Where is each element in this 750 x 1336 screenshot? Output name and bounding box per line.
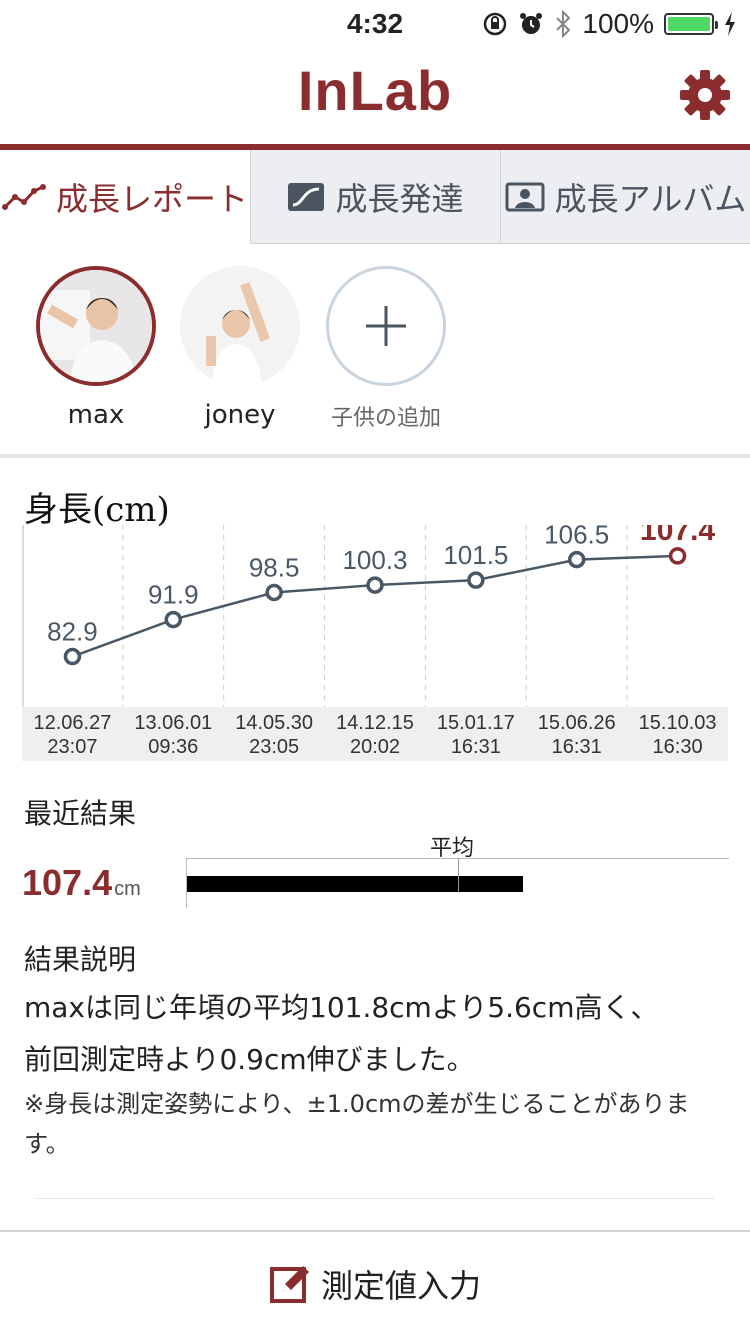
profile-name: max	[67, 400, 125, 430]
x-tick-label-date: 12.06.27	[33, 712, 111, 734]
x-tick-label-time: 23:05	[249, 736, 299, 758]
data-label: 82.9	[47, 617, 98, 647]
recent-value-unit: cm	[114, 878, 141, 900]
add-child-label: 子供の追加	[330, 406, 441, 431]
add-child-circle	[326, 266, 446, 386]
app-header: InLab	[0, 50, 750, 146]
profile-joney[interactable]: joney	[178, 266, 302, 430]
tab-growth-development[interactable]: 成長発達	[250, 150, 500, 244]
data-point	[366, 576, 384, 594]
battery-fill	[668, 17, 710, 31]
measurement-note: ※身長は測定姿勢により、±1.0cmの差が生じることがあります。	[24, 1090, 690, 1158]
x-tick-label-date: 15.10.03	[639, 712, 717, 734]
photo-album-icon	[505, 182, 545, 211]
tab-bar: 成長レポート 成長発達 成長アルバム	[0, 150, 750, 244]
data-label: 106.5	[544, 525, 609, 550]
status-right: 100%	[482, 8, 736, 40]
settings-gear-icon[interactable]	[678, 68, 732, 122]
divider	[36, 1198, 714, 1199]
child-photo-icon	[40, 270, 152, 382]
tab-growth-development-label: 成長発達	[335, 179, 464, 218]
x-tick-label-date: 13.06.01	[134, 712, 212, 734]
status-bar: 4:32 100%	[0, 0, 750, 50]
avatar	[36, 266, 156, 386]
data-label: 100.3	[342, 545, 407, 575]
data-label: 98.5	[249, 552, 300, 582]
bluetooth-icon	[556, 10, 571, 38]
x-tick-label-time: 16:31	[451, 736, 501, 758]
x-tick-label-time: 16:30	[653, 736, 703, 758]
result-description: maxは同じ年頃の平均101.8cmより5.6cm高く、 前回測定時より0.9c…	[24, 982, 730, 1086]
app-logo: InLab	[297, 59, 453, 122]
description-line-2: 前回測定時より0.9cm伸びました。	[24, 1043, 475, 1076]
profile-max[interactable]: max	[34, 266, 158, 430]
x-tick-label-date: 14.12.15	[336, 712, 414, 734]
tab-growth-album[interactable]: 成長アルバム	[500, 150, 750, 244]
data-label: 107.4	[640, 525, 715, 547]
x-tick-label-time: 20:02	[350, 736, 400, 758]
orientation-lock-icon	[484, 12, 507, 36]
x-tick-label-date: 15.01.17	[437, 712, 515, 734]
data-point	[63, 647, 82, 666]
growth-curve-icon	[288, 182, 325, 211]
x-tick-label-time: 23:07	[47, 736, 97, 758]
average-marker	[458, 858, 459, 892]
tab-growth-album-label: 成長アルバム	[554, 179, 747, 218]
data-label: 101.5	[443, 540, 508, 570]
x-tick-label-date: 14.05.30	[235, 712, 313, 734]
profile-name: joney	[204, 400, 276, 430]
data-point	[265, 583, 283, 602]
chart-title: 身長(cm)	[24, 490, 170, 530]
data-point	[467, 571, 485, 589]
recent-height-value: 107.4 cm	[22, 862, 141, 904]
child-profile-list: max joney 子供の追加	[0, 244, 750, 458]
height-line-chart: 82.9 12.06.2723:07 91.9 13.06.0109:36 98.5 14…	[22, 525, 728, 761]
x-tick-label-date: 15.06.26	[538, 712, 616, 734]
height-bar-fill	[187, 876, 524, 892]
x-tick-label-time: 09:36	[148, 736, 198, 758]
description-line-1: maxは同じ年頃の平均101.8cmより5.6cm高く、	[24, 991, 659, 1024]
enter-measurement-label: 測定値入力	[320, 1267, 481, 1305]
battery-percent: 100%	[582, 8, 654, 39]
tab-growth-report-label: 成長レポート	[55, 180, 248, 218]
enter-measurement-button[interactable]: 測定値入力	[0, 1230, 750, 1336]
data-point	[567, 550, 586, 569]
data-point	[668, 547, 687, 565]
result-description-label: 結果説明	[24, 943, 137, 976]
child-photo-icon	[180, 266, 300, 386]
comparison-bar	[186, 858, 729, 908]
data-label: 91.9	[148, 580, 199, 610]
tab-growth-report[interactable]: 成長レポート	[0, 150, 250, 244]
x-tick-label-time: 16:31	[552, 736, 602, 758]
line-chart-icon	[1, 184, 46, 210]
avatar	[180, 266, 300, 386]
plus-icon	[366, 306, 406, 346]
alarm-icon	[520, 13, 543, 34]
recent-result-label: 最近結果	[24, 797, 137, 830]
edit-icon	[269, 1266, 309, 1303]
battery-icon	[664, 13, 718, 35]
charging-icon	[725, 12, 735, 36]
add-child-button[interactable]: 子供の追加	[324, 266, 448, 432]
recent-value-number: 107.4	[22, 862, 113, 903]
data-point	[164, 610, 183, 629]
